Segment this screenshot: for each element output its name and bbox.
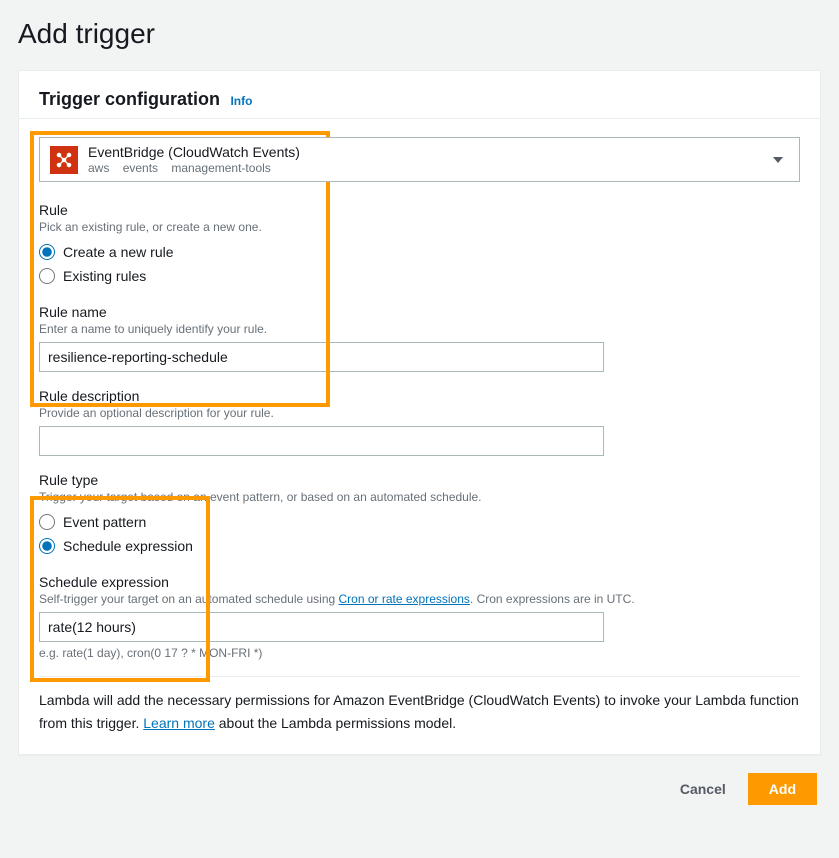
cron-rate-link[interactable]: Cron or rate expressions [339,592,470,606]
rule-type-field: Rule type Trigger your target based on a… [39,472,800,558]
panel-header: Trigger configuration Info [19,71,820,119]
rule-label: Rule [39,202,800,218]
rule-name-field: Rule name Enter a name to uniquely ident… [39,304,800,372]
rule-description-field: Rule description Provide an optional des… [39,388,800,456]
source-tags: aws events management-tools [88,161,300,175]
footer-actions: Cancel Add [18,755,821,805]
schedule-help-prefix: Self-trigger your target on an automated… [39,592,339,606]
schedule-label: Schedule expression [39,574,800,590]
rule-description-help: Provide an optional description for your… [39,406,800,420]
radio-input-existing[interactable] [39,268,55,284]
eventbridge-icon [50,146,78,174]
radio-create-new-rule[interactable]: Create a new rule [39,240,800,264]
page-title: Add trigger [18,18,821,50]
schedule-help: Self-trigger your target on an automated… [39,592,800,606]
radio-input-create[interactable] [39,244,55,260]
rule-name-label: Rule name [39,304,800,320]
panel-title: Trigger configuration [39,89,220,110]
radio-input-schedule[interactable] [39,538,55,554]
permissions-suffix: about the Lambda permissions model. [215,715,456,731]
radio-schedule-expression[interactable]: Schedule expression [39,534,800,558]
radio-label: Event pattern [63,514,146,530]
rule-name-input[interactable] [39,342,604,372]
schedule-help-suffix: . Cron expressions are in UTC. [470,592,635,606]
chevron-down-icon [773,157,783,163]
schedule-example: e.g. rate(1 day), cron(0 17 ? * MON-FRI … [39,646,800,660]
rule-description-label: Rule description [39,388,800,404]
radio-input-event-pattern[interactable] [39,514,55,530]
source-tag: aws [88,161,109,175]
radio-event-pattern[interactable]: Event pattern [39,510,800,534]
learn-more-link[interactable]: Learn more [143,715,215,731]
radio-label: Create a new rule [63,244,174,260]
panel-body: EventBridge (CloudWatch Events) aws even… [19,119,820,754]
info-link[interactable]: Info [230,94,252,108]
radio-label: Schedule expression [63,538,193,554]
rule-type-label: Rule type [39,472,800,488]
divider [39,676,800,677]
add-button[interactable]: Add [748,773,817,805]
source-text: EventBridge (CloudWatch Events) aws even… [88,144,300,175]
rule-help: Pick an existing rule, or create a new o… [39,220,800,234]
trigger-configuration-panel: Trigger configuration Info [18,70,821,755]
source-tag: events [123,161,158,175]
source-name: EventBridge (CloudWatch Events) [88,144,300,161]
radio-existing-rules[interactable]: Existing rules [39,264,800,288]
rule-description-input[interactable] [39,426,604,456]
cancel-button[interactable]: Cancel [676,773,730,805]
radio-label: Existing rules [63,268,146,284]
schedule-expression-input[interactable] [39,612,604,642]
permissions-text: Lambda will add the necessary permission… [39,689,800,734]
schedule-expression-field: Schedule expression Self-trigger your ta… [39,574,800,660]
rule-name-help: Enter a name to uniquely identify your r… [39,322,800,336]
trigger-source-select[interactable]: EventBridge (CloudWatch Events) aws even… [39,137,800,182]
rule-type-help: Trigger your target based on an event pa… [39,490,800,504]
source-tag: management-tools [171,161,270,175]
rule-field: Rule Pick an existing rule, or create a … [39,202,800,288]
